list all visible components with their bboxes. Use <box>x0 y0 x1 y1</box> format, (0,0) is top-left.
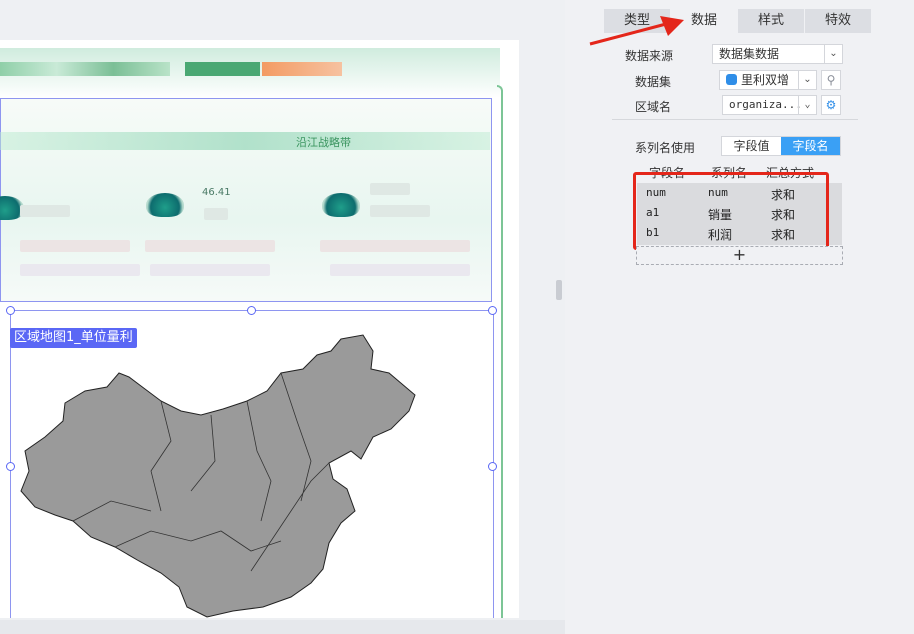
chevron-down-icon: ⌄ <box>798 71 816 89</box>
database-icon <box>726 74 737 85</box>
option-field-name[interactable]: 字段名 <box>781 137 840 155</box>
properties-panel: 类型 数据 样式 特效 数据来源 数据集数据 ⌄ 数据集 里利双增 ⌄ ⚲ 区域… <box>565 0 914 634</box>
search-dataset-button[interactable]: ⚲ <box>821 70 841 90</box>
resize-handle[interactable] <box>488 306 497 315</box>
blurred-text <box>320 240 470 252</box>
blurred-text <box>370 183 410 195</box>
china-map <box>20 334 416 618</box>
kpi-value: 46.41 <box>202 187 231 198</box>
dashboard-page[interactable]: 沿江战略带 46.41 区域地图1_单位量利 <box>0 40 519 618</box>
design-canvas[interactable]: 沿江战略带 46.41 区域地图1_单位量利 <box>0 0 565 634</box>
blurred-title <box>0 62 170 76</box>
annotation-highlight-box <box>633 172 829 250</box>
chevron-down-icon: ⌄ <box>798 96 816 114</box>
data-source-select[interactable]: 数据集数据 ⌄ <box>712 44 843 64</box>
blurred-text <box>150 264 270 276</box>
dataset-select[interactable]: 里利双增 ⌄ <box>719 70 817 90</box>
resize-handle[interactable] <box>6 462 15 471</box>
section-divider <box>612 119 858 120</box>
blurred-text <box>20 240 130 252</box>
map-region-fill[interactable] <box>20 334 416 618</box>
chevron-down-icon: ⌄ <box>824 45 842 63</box>
kpi-icon <box>146 193 184 217</box>
search-icon: ⚲ <box>826 73 836 87</box>
series-usage-toggle: 字段值 字段名 <box>721 136 841 156</box>
resize-handle[interactable] <box>247 306 256 315</box>
blurred-text <box>204 208 228 220</box>
blurred-text <box>145 240 275 252</box>
dataset-value: 里利双增 <box>741 73 790 87</box>
gear-icon: ⚙ <box>825 98 837 112</box>
blurred-badge <box>262 62 342 76</box>
section-header: 沿江战略带 <box>0 132 490 150</box>
kpi-icon <box>322 193 360 217</box>
resize-handle[interactable] <box>488 462 497 471</box>
region-select[interactable]: organiza... ⌄ <box>722 95 817 115</box>
blurred-subtitle <box>185 62 260 76</box>
blurred-text <box>20 264 140 276</box>
region-map-widget[interactable] <box>10 310 494 618</box>
blurred-text <box>20 205 70 217</box>
option-field-value[interactable]: 字段值 <box>722 137 781 155</box>
panel-splitter[interactable] <box>556 280 562 300</box>
region-settings-button[interactable]: ⚙ <box>821 95 841 115</box>
resize-handle[interactable] <box>6 306 15 315</box>
dataset-row: 数据集 里利双增 ⌄ ⚲ <box>565 70 914 92</box>
tab-effects[interactable]: 特效 <box>805 9 872 33</box>
tab-style[interactable]: 样式 <box>738 9 805 33</box>
series-usage-label: 系列名使用 <box>635 141 696 155</box>
dataset-label: 数据集 <box>635 75 672 89</box>
blurred-text <box>330 264 470 276</box>
blurred-text <box>370 205 430 217</box>
region-label: 区域名 <box>635 100 672 114</box>
widget-name-label[interactable]: 区域地图1_单位量利 <box>10 328 137 348</box>
frame-rail <box>497 85 503 618</box>
section-header-text: 沿江战略带 <box>296 136 351 149</box>
plus-icon: + <box>732 245 747 264</box>
annotation-arrow-icon <box>589 16 684 46</box>
add-field-button[interactable]: + <box>636 246 843 265</box>
region-row: 区域名 organiza... ⌄ ⚙ <box>565 95 914 117</box>
region-value: organiza... <box>729 98 802 111</box>
horizontal-scrollbar[interactable] <box>0 620 565 634</box>
data-source-value: 数据集数据 <box>719 47 780 61</box>
